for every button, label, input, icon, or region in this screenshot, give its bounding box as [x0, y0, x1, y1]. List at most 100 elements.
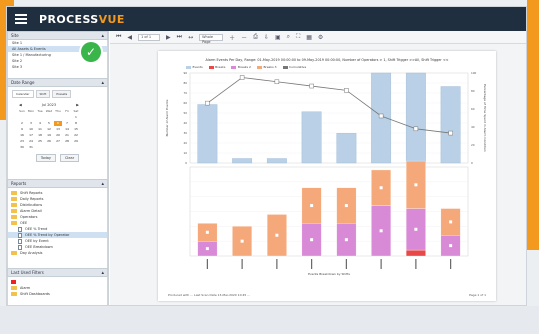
tree-item-label: Daily Reports — [20, 197, 44, 201]
calendar-day[interactable]: 2 — [18, 121, 26, 126]
line-marker — [205, 100, 210, 106]
tree-item-label: OEE — [20, 221, 28, 225]
date-tab[interactable]: Presets — [52, 90, 72, 98]
line-marker — [274, 79, 280, 85]
tree-item-label: Distributions — [20, 203, 43, 207]
last-used-panel-header[interactable]: Last Used Filters ▴ — [7, 268, 108, 277]
report-charts: 0 10 20 30 40 50 60 70 80 90 0 20 40 60 80 100 Number of… — [165, 71, 487, 276]
report-viewer: ⏮ ◀ 1 of 1 ▶ ⏭ ↔ Whole Page ＋ － ⎙ ⇩ ▣ ⌕ … — [110, 31, 526, 305]
collapse-icon[interactable]: ▴ — [101, 269, 104, 277]
calendar-day[interactable]: 14 — [63, 127, 71, 132]
zoom-select[interactable]: Whole Page — [199, 33, 224, 44]
calendar-day[interactable]: 19 — [45, 133, 53, 138]
event-bar — [197, 104, 218, 164]
calendar-grid: Sun Mon Tue Wed Thu Fri Sat 1 2 3 4 5 6 7 8 9 10 11 12 13 14… — [18, 109, 80, 150]
tree-item[interactable]: Day Analysis — [8, 250, 107, 256]
table-icon[interactable]: ▦ — [306, 34, 312, 41]
line-marker — [378, 113, 384, 119]
bar-value-marker — [449, 220, 453, 224]
reports-panel-title: Reports — [11, 181, 27, 186]
y2-tick-label: 0 — [471, 161, 473, 165]
calendar-day[interactable]: 11 — [36, 127, 44, 132]
collapse-icon[interactable]: ▴ — [101, 32, 104, 40]
calendar-day[interactable]: 8 — [72, 121, 80, 126]
date-button[interactable]: Clear — [59, 154, 80, 162]
zoom-in-icon[interactable]: ＋ — [229, 33, 235, 42]
report-footer: Produced with ... Last Scan Date 13-Mar-… — [168, 293, 251, 297]
date-panel-header[interactable]: Date Range ▴ — [7, 78, 108, 87]
calendar-day[interactable]: 22 — [72, 133, 80, 138]
calendar-day[interactable]: 25 — [36, 139, 44, 144]
calendar-day[interactable]: 13 — [54, 127, 62, 132]
last-used-item[interactable]: Shift Dashboards — [8, 291, 107, 297]
calendar-day[interactable]: 23 — [18, 139, 26, 144]
first-page-icon[interactable]: ⏮ — [116, 33, 121, 41]
calendar-day[interactable]: 26 — [45, 139, 53, 144]
date-button[interactable]: Today — [35, 154, 56, 162]
collapse-icon[interactable]: ▴ — [101, 79, 104, 87]
prev-page-icon[interactable]: ◀ — [127, 34, 132, 41]
calendar-day[interactable]: 30 — [18, 145, 26, 150]
bar-value-marker — [310, 238, 314, 242]
tree-item-label: Operators — [20, 215, 38, 219]
calendar-day[interactable]: 29 — [72, 139, 80, 144]
calendar-day[interactable]: 9 — [18, 127, 26, 132]
calendar-day[interactable]: 31 — [27, 145, 35, 150]
app-window: PROCESSVUE Site ▴ Site 1 All Assets & Even… — [6, 6, 527, 306]
calendar-day[interactable]: 27 — [54, 139, 62, 144]
event-bar — [405, 72, 426, 164]
weekday-label: Fri — [65, 109, 69, 113]
calendar-day[interactable]: 21 — [63, 133, 71, 138]
calendar-day[interactable]: 1 — [72, 115, 80, 120]
calendar-day[interactable]: 18 — [36, 133, 44, 138]
calendar-day[interactable]: 16 — [18, 133, 26, 138]
y2-tick-label: 80 — [471, 89, 475, 93]
calendar-day[interactable]: 6 — [54, 121, 62, 126]
calendar-day[interactable]: 4 — [36, 121, 44, 126]
zoom-out-icon[interactable]: － — [241, 33, 247, 42]
next-page-icon[interactable]: ▶ — [166, 34, 171, 41]
report-page: Alarm Events Per Day, Range: 01-May-2019… — [158, 51, 496, 301]
fullscreen-icon[interactable]: ⛶ — [296, 33, 300, 41]
folder-icon — [11, 286, 17, 290]
page-input[interactable]: 1 of 1 — [138, 33, 161, 41]
line-marker — [448, 130, 453, 136]
calendar-day[interactable]: 7 — [63, 121, 71, 126]
calendar-day — [18, 115, 26, 120]
calendar-day[interactable]: 10 — [27, 127, 35, 132]
last-used-panel-title: Last Used Filters — [11, 270, 44, 275]
calendar-day[interactable]: 12 — [45, 127, 53, 132]
y2-tick-label: 100 — [471, 71, 477, 75]
calendar-day[interactable]: 17 — [27, 133, 35, 138]
calendar-day[interactable]: 20 — [54, 133, 62, 138]
folder-icon — [11, 191, 17, 195]
calendar-day[interactable]: 3 — [27, 121, 35, 126]
calendar-day[interactable]: 5 — [45, 121, 53, 126]
weekday-label: Sat — [73, 109, 79, 113]
calendar-day[interactable]: 28 — [63, 139, 71, 144]
reports-panel-header[interactable]: Reports ▴ — [7, 179, 108, 188]
date-tab[interactable]: Shift — [35, 90, 51, 98]
next-month-icon[interactable]: ▶ — [76, 103, 79, 107]
menu-icon[interactable] — [15, 14, 27, 24]
export-icon[interactable]: ⇩ — [264, 34, 269, 41]
print-icon[interactable]: ⎙ — [253, 33, 258, 41]
background-strip — [0, 306, 539, 334]
calendar-day[interactable]: 24 — [27, 139, 35, 144]
search-icon[interactable]: ⌕ — [287, 33, 290, 41]
x-axis-label: Events Breakdown by Shifts — [308, 272, 350, 276]
calendar-day[interactable]: 15 — [72, 127, 80, 132]
fit-width-icon[interactable]: ↔ — [188, 34, 193, 41]
sites-panel-header[interactable]: Site ▴ — [7, 31, 108, 40]
calendar-day — [63, 115, 71, 120]
prev-month-icon[interactable]: ◀ — [19, 103, 22, 107]
site-item[interactable]: Site 3 — [8, 64, 107, 70]
last-page-icon[interactable]: ⏭ — [177, 33, 182, 41]
date-tab[interactable]: Calendar — [12, 90, 34, 98]
settings-icon[interactable]: ⚙ — [318, 34, 323, 41]
bar-value-marker — [449, 244, 453, 248]
y2-tick-label: 60 — [471, 107, 475, 111]
y-axis-label: Number of Alarm Events — [165, 99, 169, 136]
collapse-icon[interactable]: ▴ — [101, 180, 104, 188]
save-icon[interactable]: ▣ — [275, 34, 281, 41]
